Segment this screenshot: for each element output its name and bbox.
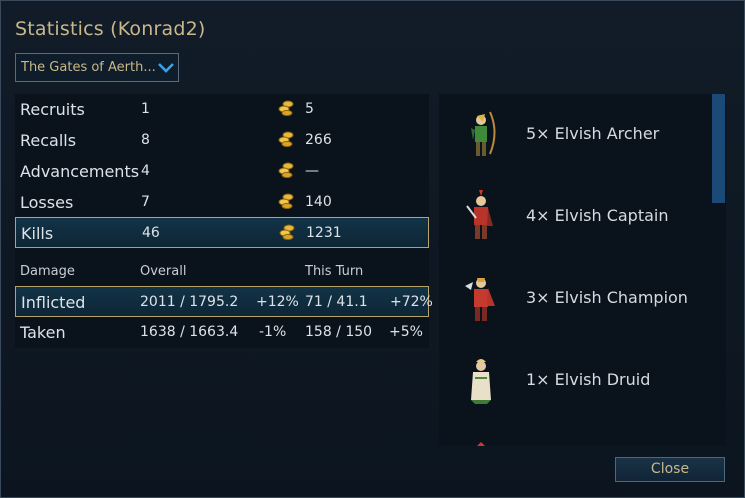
unit-list-item[interactable]: 3× Elvish Champion: [439, 258, 719, 340]
scenario-select-value: The Gates of Aerth...: [21, 60, 156, 75]
stats-gold: —: [305, 163, 319, 179]
damage-row-inflicted[interactable]: Inflicted 2011 / 1795.2 +12% 71 / 41.1 +…: [15, 286, 433, 317]
gold-coins-icon: [278, 100, 294, 116]
turn-value: 158 / 150: [305, 324, 373, 340]
stats-gold: 266: [305, 132, 332, 148]
damage-row-taken: Taken 1638 / 1663.4 -1% 158 / 150 +5%: [15, 317, 429, 348]
scenario-select[interactable]: The Gates of Aerth...: [15, 53, 179, 82]
stats-row-recruits: Recruits 1 5: [15, 94, 429, 125]
stats-row-recalls: Recalls 8 266: [15, 125, 429, 156]
unit-list[interactable]: 5× Elvish Archer 4× Elvish Captain 3× El…: [439, 94, 726, 446]
elvish-unit-sprite-icon: [477, 442, 485, 446]
stats-gold: 5: [305, 101, 314, 117]
statistics-dialog: Statistics (Konrad2) The Gates of Aerth.…: [0, 0, 745, 498]
overall-value: 1638 / 1663.4: [140, 324, 239, 340]
damage-label: Inflicted: [21, 293, 86, 312]
unit-label: 3× Elvish Champion: [526, 288, 688, 307]
unit-label: 4× Elvish Captain: [526, 206, 669, 225]
gold-coins-icon: [278, 162, 294, 178]
unit-list-item[interactable]: 4× Elvish Captain: [439, 176, 719, 258]
stats-label: Advancements: [20, 162, 140, 181]
stats-gold: 1231: [306, 225, 342, 241]
gold-coins-icon: [279, 224, 295, 240]
stats-row-losses: Losses 7 140: [15, 187, 429, 218]
damage-label: Taken: [20, 323, 66, 342]
stats-panel: Recruits 1 5 Recalls 8 266 Advancements …: [15, 94, 433, 348]
stats-label: Losses: [20, 193, 74, 212]
damage-header: Damage: [20, 264, 75, 279]
gold-coins-icon: [278, 131, 294, 147]
unit-list-item[interactable]: 5× Elvish Archer: [439, 94, 719, 176]
this-turn-header: This Turn: [305, 264, 364, 279]
stats-row-advancements: Advancements 4 —: [15, 156, 429, 187]
overall-percent: +12%: [256, 294, 299, 310]
unit-label: 5× Elvish Archer: [526, 124, 660, 143]
elvish-druid-sprite-icon: [471, 359, 491, 404]
overall-value: 2011 / 1795.2: [140, 294, 239, 310]
elvish-captain-sprite-icon: [466, 190, 493, 239]
unit-list-item-partial[interactable]: [439, 422, 719, 446]
stats-count: 8: [141, 132, 150, 148]
dialog-title: Statistics (Konrad2): [15, 18, 206, 40]
elvish-champion-sprite-icon: [465, 278, 495, 321]
stats-count: 46: [142, 225, 160, 241]
stats-label: Recruits: [20, 100, 85, 119]
gold-coins-icon: [278, 193, 294, 209]
overall-percent: -1%: [259, 324, 287, 340]
unit-list-item[interactable]: 1× Elvish Druid: [439, 340, 719, 422]
scrollbar-thumb[interactable]: [712, 94, 725, 203]
stats-label: Kills: [21, 224, 54, 243]
unit-list-scrollbar[interactable]: [712, 94, 725, 446]
overall-header: Overall: [140, 264, 187, 279]
stats-count: 4: [141, 163, 150, 179]
stats-count: 7: [141, 194, 150, 210]
stats-label: Recalls: [20, 131, 77, 150]
turn-value: 71 / 41.1: [305, 294, 368, 310]
stats-row-kills[interactable]: Kills 46 1231: [15, 217, 429, 248]
chevron-down-icon: [158, 63, 174, 73]
stats-gold: 140: [305, 194, 332, 210]
elvish-archer-sprite-icon: [471, 111, 496, 156]
unit-label: 1× Elvish Druid: [526, 370, 651, 389]
turn-percent: +5%: [389, 324, 423, 340]
close-button[interactable]: Close: [615, 457, 725, 482]
stats-count: 1: [141, 101, 150, 117]
turn-percent: +72%: [390, 294, 433, 310]
